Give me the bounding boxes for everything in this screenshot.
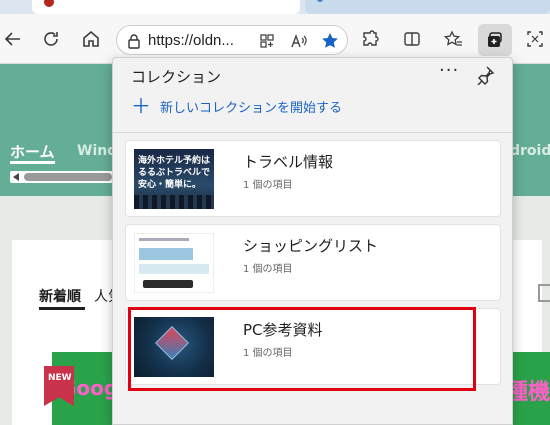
read-aloud-icon[interactable] (289, 31, 309, 51)
browser-tab-active[interactable] (32, 0, 300, 14)
url-text[interactable]: https://oldn... (148, 32, 234, 49)
screenshot-button[interactable] (522, 26, 548, 52)
collection-item-count: 1 個の項目 (243, 264, 293, 275)
home-button[interactable] (78, 26, 104, 52)
scroll-left-arrow-icon[interactable] (13, 173, 19, 181)
new-badge-label: NEW (48, 373, 72, 383)
plus-icon: ＋ (131, 94, 151, 118)
favorites-icon (443, 30, 462, 46)
browser-tab-inactive[interactable] (305, 0, 550, 14)
thumbnail-cube (155, 326, 189, 360)
screenshot-icon (527, 31, 543, 47)
start-new-collection-label: 新しいコレクションを開始する (160, 100, 343, 116)
collection-thumbnail: 海外ホテル予約はるるぶトラベルで安心・簡単に。 (134, 149, 214, 209)
nav-home-tab[interactable]: ホーム (10, 141, 55, 162)
sort-icon[interactable] (538, 284, 550, 302)
thumbnail-line (139, 238, 189, 241)
horizontal-scrollbar[interactable] (10, 171, 114, 183)
favorites-button[interactable] (440, 26, 466, 52)
collection-item-pc[interactable]: PC参考資料 1 個の項目 (125, 308, 501, 385)
split-screen-button[interactable] (399, 26, 425, 52)
extensions-button[interactable] (357, 26, 383, 52)
nav-android-tab[interactable]: droid (510, 143, 550, 159)
address-bar[interactable]: https://oldn... (116, 25, 348, 55)
thumbnail-keyboard (143, 280, 193, 288)
puzzle-icon (363, 30, 379, 46)
collection-item-shopping[interactable]: ショッピングリスト 1 個の項目 (125, 224, 501, 301)
collection-thumbnail (134, 233, 214, 293)
refresh-button[interactable] (38, 26, 64, 52)
thumbnail-skyline (134, 195, 214, 209)
collection-name: PC参考資料 (243, 321, 323, 339)
collection-name: トラベル情報 (243, 153, 334, 171)
collections-button[interactable] (478, 24, 512, 56)
collection-item-count: 1 個の項目 (243, 348, 293, 359)
thumbnail-block (139, 264, 209, 274)
back-arrow-icon (4, 32, 20, 46)
collection-item-travel[interactable]: 海外ホテル予約はるるぶトラベルで安心・簡単に。 トラベル情報 1 個の項目 (125, 140, 501, 217)
collection-item-count: 1 個の項目 (243, 180, 293, 191)
divider (113, 132, 512, 133)
refresh-icon (44, 32, 58, 46)
apps-icon[interactable] (257, 31, 277, 51)
lock-icon[interactable] (126, 33, 142, 49)
thumbnail-text: 海外ホテル予約はるるぶトラベルで安心・簡単に。 (138, 156, 211, 190)
start-new-collection-button[interactable]: ＋ 新しいコレクションを開始する (131, 96, 342, 116)
tab-favicon-icon (317, 0, 323, 2)
pin-icon[interactable] (475, 65, 495, 85)
home-icon (83, 30, 99, 47)
collection-thumbnail (134, 317, 214, 377)
collections-icon (488, 32, 502, 47)
collections-panel: コレクション ··· ＋ 新しいコレクションを開始する 海外ホテル予約はるるぶト… (112, 57, 513, 425)
panel-title: コレクション (131, 68, 222, 86)
tab-newest-underline (39, 307, 85, 310)
favorite-star-icon[interactable] (320, 31, 340, 51)
back-button[interactable] (0, 26, 26, 52)
scroll-thumb[interactable] (24, 173, 112, 181)
collection-name: ショッピングリスト (243, 237, 379, 255)
thumbnail-banner (139, 248, 193, 260)
tab-newest[interactable]: 新着順 (39, 286, 81, 306)
nav-active-underline (10, 161, 55, 164)
split-screen-icon (404, 32, 420, 46)
more-options-button[interactable]: ··· (439, 60, 459, 81)
tab-strip (0, 0, 550, 14)
